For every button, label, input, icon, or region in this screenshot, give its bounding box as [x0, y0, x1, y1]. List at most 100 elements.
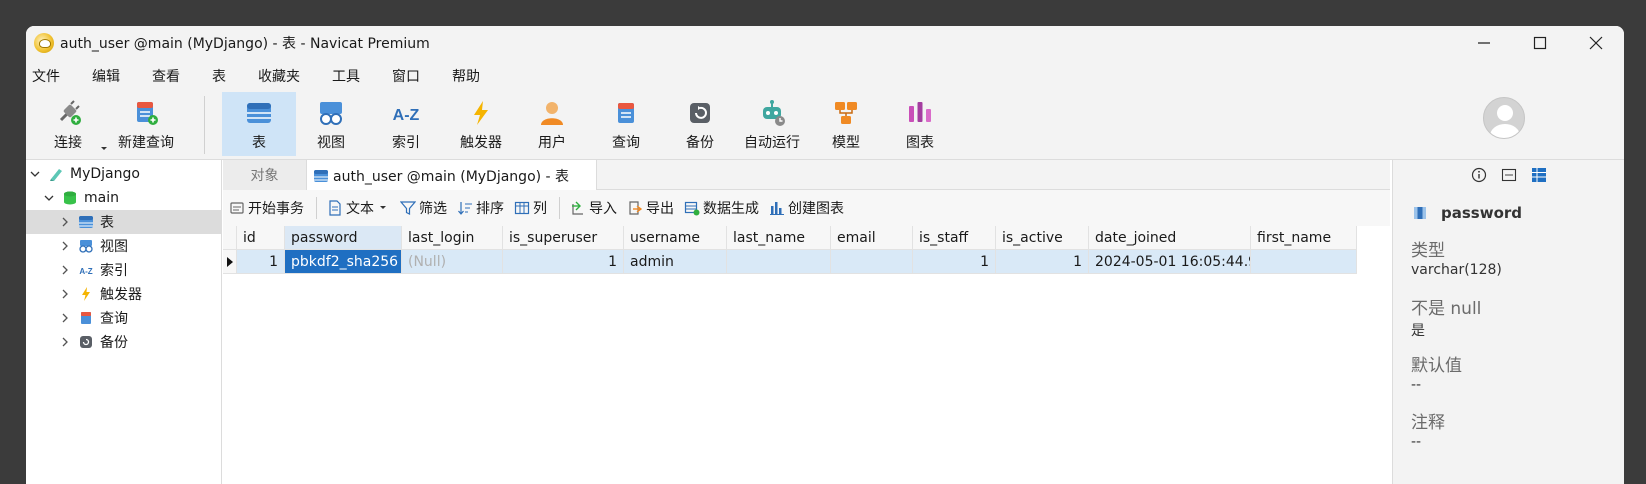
type-value: varchar(128): [1411, 262, 1502, 278]
main-toolbar: 连接 新建查询 表 视图 A-Z 索引 触发器 用户 查询 备份 自动运行 模型…: [26, 92, 1624, 160]
grid-cell[interactable]: 1: [237, 250, 285, 274]
model-button[interactable]: 模型: [828, 92, 864, 156]
menu-table[interactable]: 表: [212, 66, 244, 86]
filter-button[interactable]: 筛选: [400, 198, 447, 218]
sort-button[interactable]: 排序: [457, 198, 504, 218]
ddl-icon[interactable]: [1501, 167, 1517, 183]
menu-edit[interactable]: 编辑: [92, 66, 138, 86]
tree-item-queries[interactable]: 查询: [26, 306, 222, 330]
tree-item-indexes[interactable]: A-Z 索引: [26, 258, 222, 282]
tree-database-main[interactable]: main: [26, 186, 222, 210]
sort-icon: [458, 202, 472, 215]
new-query-button[interactable]: 新建查询: [116, 92, 176, 156]
tree-item-backups[interactable]: 备份: [26, 330, 222, 354]
chart-button[interactable]: 图表: [902, 92, 938, 156]
query-button[interactable]: 查询: [608, 92, 644, 156]
menu-window[interactable]: 窗口: [392, 66, 438, 86]
text-button[interactable]: 文本: [327, 198, 390, 218]
info-icon[interactable]: [1471, 167, 1487, 183]
data-generation-button[interactable]: 数据生成: [684, 198, 759, 218]
minimize-button[interactable]: [1456, 26, 1512, 60]
backup-button[interactable]: 备份: [682, 92, 718, 156]
grid-cell[interactable]: [1251, 250, 1357, 274]
chevron-right-icon[interactable]: [60, 265, 70, 275]
column-header[interactable]: is_active: [996, 226, 1089, 250]
data-toolbar: 开始事务 文本 筛选 排序 列 导入 导出 数据生成 创建图表: [223, 190, 1390, 226]
new-query-icon: [137, 102, 158, 125]
trigger-button[interactable]: 触发器: [454, 92, 508, 156]
index-button[interactable]: A-Z 索引: [382, 92, 430, 156]
grid-cell[interactable]: [831, 250, 913, 274]
connect-dropdown-icon[interactable]: [100, 146, 108, 152]
tab-objects[interactable]: 对象: [223, 160, 307, 190]
grid-cell[interactable]: (Null): [402, 250, 503, 274]
user-icon: [541, 102, 563, 125]
menu-view[interactable]: 查看: [152, 66, 198, 86]
filter-icon: [400, 201, 416, 215]
chevron-right-icon[interactable]: [60, 289, 70, 299]
column-header[interactable]: last_name: [727, 226, 831, 250]
column-header[interactable]: last_login: [402, 226, 503, 250]
tree-item-tables[interactable]: 表: [26, 210, 222, 234]
automation-button[interactable]: 自动运行: [742, 92, 802, 156]
menu-file[interactable]: 文件: [32, 66, 78, 86]
data-generation-icon: [684, 201, 700, 216]
tree-connection-mydjango[interactable]: MyDjango: [26, 162, 222, 186]
columns-button[interactable]: 列: [514, 198, 547, 218]
maximize-button[interactable]: [1512, 26, 1568, 60]
column-header[interactable]: username: [624, 226, 727, 250]
create-chart-button[interactable]: 创建图表: [769, 198, 844, 218]
view-button[interactable]: 视图: [304, 92, 358, 156]
chevron-down-icon[interactable]: [44, 193, 54, 203]
chevron-right-icon[interactable]: [60, 313, 70, 323]
begin-transaction-button[interactable]: 开始事务: [229, 198, 304, 218]
column-header[interactable]: is_superuser: [503, 226, 624, 250]
table-row[interactable]: 1 pbkdf2_sha256 (Null) 1 admin 1 1 2024-…: [223, 250, 1357, 274]
grid-cell-selected[interactable]: pbkdf2_sha256: [285, 250, 402, 274]
tree-item-triggers[interactable]: 触发器: [26, 282, 222, 306]
user-button[interactable]: 用户: [534, 92, 570, 156]
menu-tools[interactable]: 工具: [332, 66, 378, 86]
user-avatar[interactable]: [1483, 97, 1525, 139]
column-header[interactable]: email: [831, 226, 913, 250]
field-details-icon[interactable]: [1531, 167, 1547, 183]
chevron-right-icon[interactable]: [60, 241, 70, 251]
chevron-right-icon[interactable]: [60, 217, 70, 227]
robot-icon: [763, 100, 785, 126]
default-label: 默认值: [1411, 356, 1462, 376]
grid-cell[interactable]: 1: [503, 250, 624, 274]
close-button[interactable]: [1568, 26, 1624, 60]
column-header[interactable]: id: [237, 226, 285, 250]
table-button[interactable]: 表: [222, 92, 296, 156]
column-header[interactable]: date_joined: [1089, 226, 1251, 250]
connect-button[interactable]: 连接: [48, 92, 88, 156]
editor-tabs: 对象 auth_user @main (MyDjango) - 表: [223, 160, 1390, 191]
database-icon: [64, 191, 76, 205]
comment-label: 注释: [1411, 413, 1445, 433]
menu-favorites[interactable]: 收藏夹: [258, 66, 318, 86]
grid-cell[interactable]: 1: [913, 250, 996, 274]
document-icon: [329, 200, 341, 216]
export-button[interactable]: 导出: [627, 198, 674, 218]
tree-item-views[interactable]: 视图: [26, 234, 222, 258]
minimize-icon: [1478, 42, 1490, 44]
column-header[interactable]: is_staff: [913, 226, 996, 250]
navigation-tree: MyDjango main 表 视图 A-Z 索引 触发器 查询 备份: [26, 160, 222, 484]
column-header[interactable]: first_name: [1251, 226, 1357, 250]
connection-icon: [50, 169, 62, 181]
row-indicator[interactable]: [223, 250, 237, 274]
lightning-icon: [82, 287, 90, 301]
grid-cell[interactable]: admin: [624, 250, 727, 274]
view-icon: [79, 240, 93, 253]
chevron-down-icon[interactable]: [30, 169, 40, 179]
tab-auth-user[interactable]: auth_user @main (MyDjango) - 表: [307, 160, 597, 191]
grid-cell[interactable]: [727, 250, 831, 274]
column-header[interactable]: password: [285, 226, 402, 250]
import-button[interactable]: 导入: [570, 198, 617, 218]
grid-cell[interactable]: 1: [996, 250, 1089, 274]
grid-cell[interactable]: 2024-05-01 16:05:44.9: [1089, 250, 1251, 274]
menu-help[interactable]: 帮助: [452, 66, 498, 86]
chevron-right-icon[interactable]: [60, 337, 70, 347]
field-info-panel: password 类型 varchar(128) 不是 null 是 默认值 -…: [1392, 160, 1624, 484]
maximize-icon: [1533, 36, 1547, 50]
